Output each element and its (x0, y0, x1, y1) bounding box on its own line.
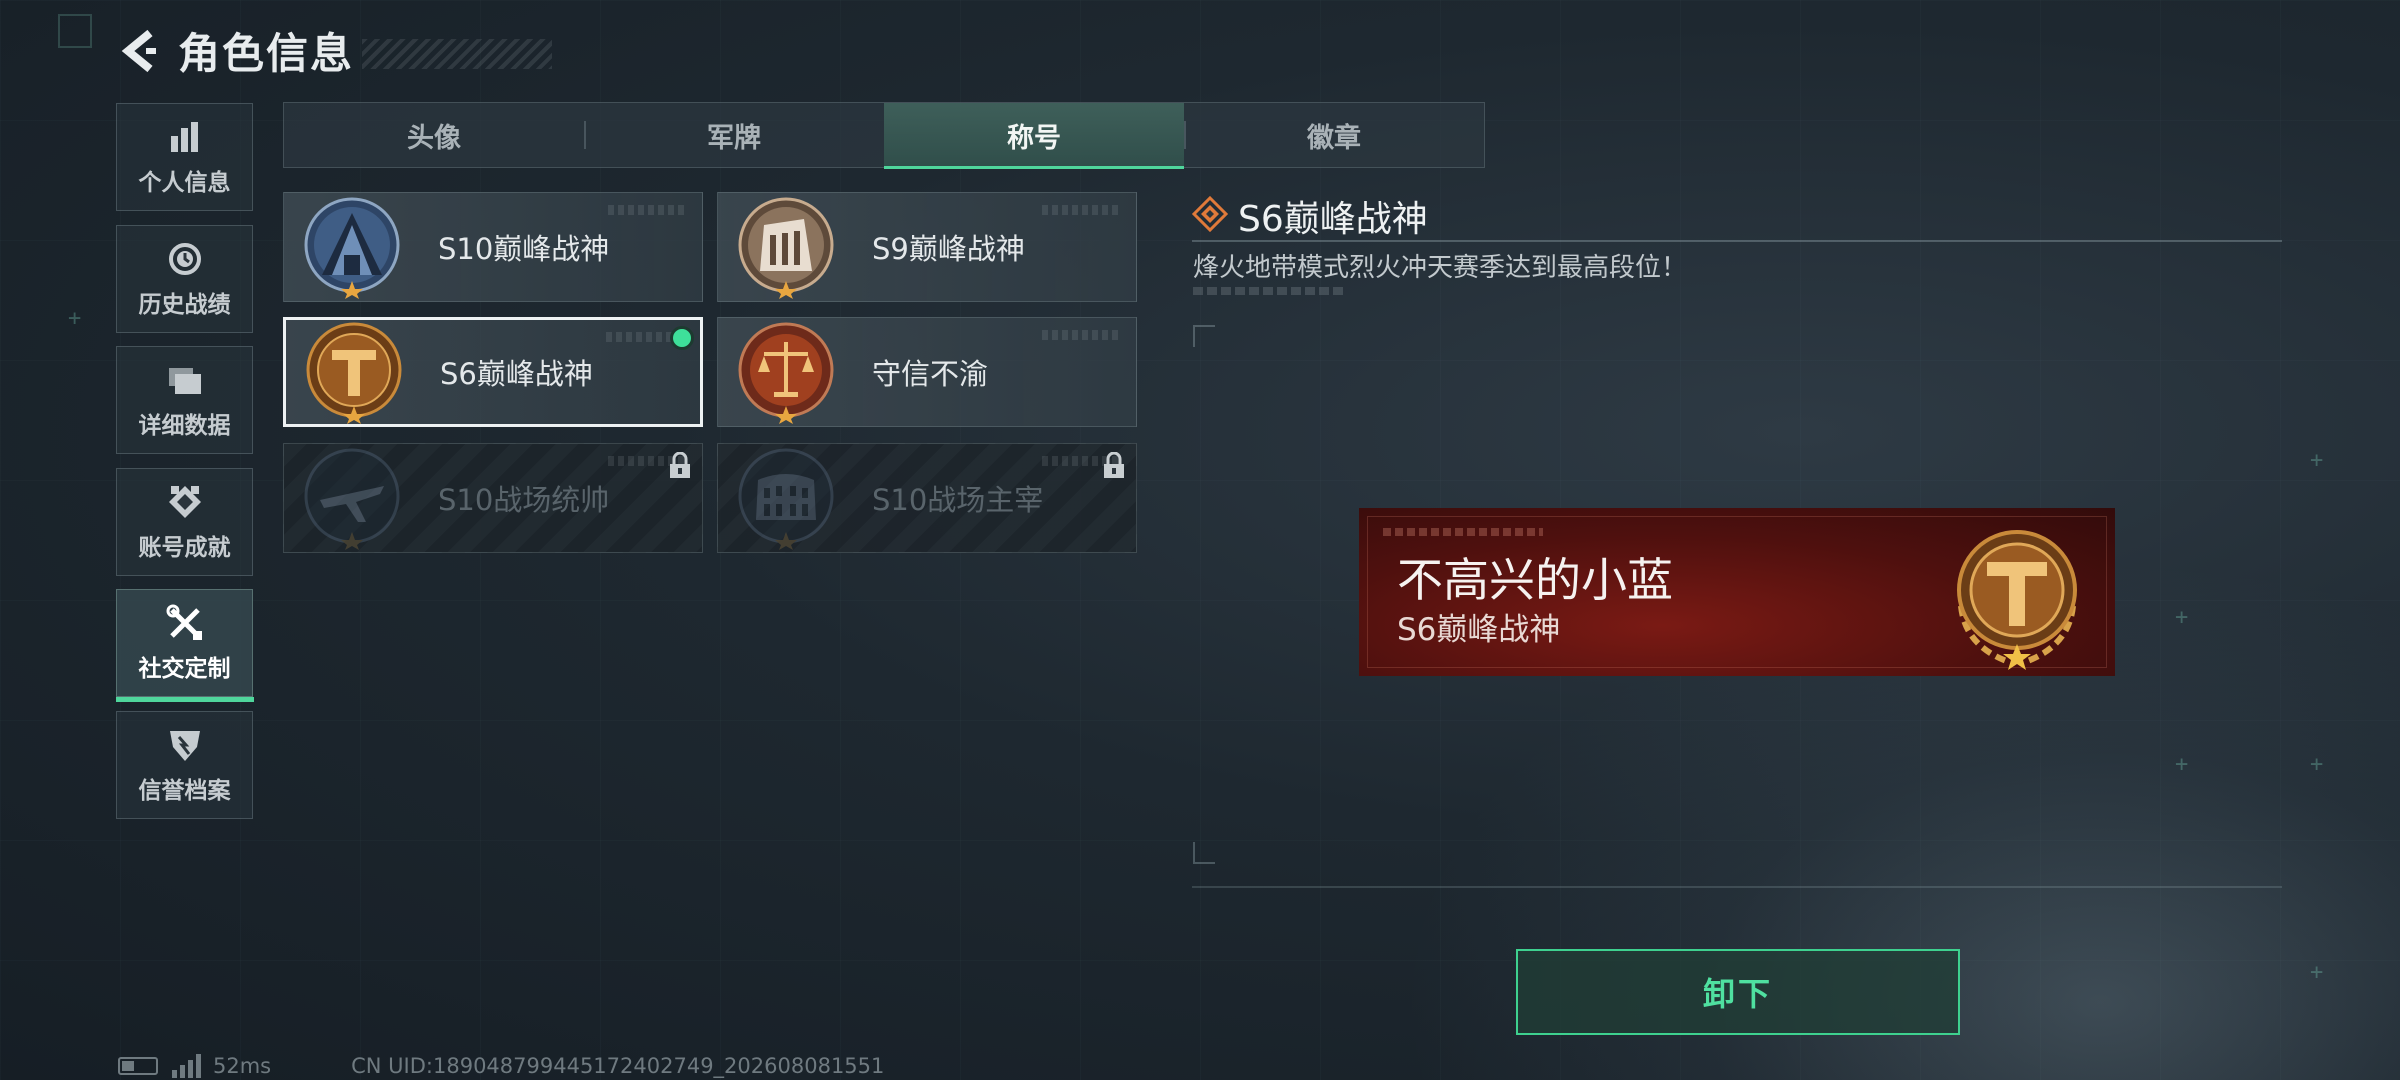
preview-player-name: 不高兴的小蓝 (1397, 553, 1673, 607)
header: 角色信息 (116, 20, 553, 81)
divider (1192, 240, 2282, 242)
user-uid: CN UID:189048799445172402749_20260808155… (351, 1054, 885, 1078)
sidebar-item-social-customize[interactable]: 社交定制 (115, 589, 254, 702)
tab-avatar[interactable]: 头像 (284, 103, 584, 167)
detail-header: S6巅峰战神 (1191, 190, 1428, 242)
title-name: S10战场主宰 (872, 483, 1044, 517)
page-title: 角色信息 (178, 29, 355, 78)
unequip-button[interactable]: 卸下 (1516, 949, 1960, 1035)
sidebar-item-label: 账号成就 (138, 534, 231, 561)
plus-decoration: + (2175, 752, 2189, 777)
plus-decoration: + (2310, 960, 2324, 985)
title-card-locked[interactable]: S10战场统帅 (283, 443, 703, 553)
title-name: S9巅峰战神 (872, 232, 1025, 266)
title-preview-banner: 不高兴的小蓝 S6巅峰战神 (1359, 508, 2115, 676)
sidebar-item-history[interactable]: 历史战绩 (116, 224, 253, 333)
preview-decoration (1383, 528, 1543, 536)
tab-title[interactable]: 称号 (884, 103, 1184, 169)
lock-icon (668, 451, 692, 478)
red-scales-emblem-icon (734, 320, 838, 424)
card-decoration (1042, 205, 1122, 215)
sidebar-item-achievements[interactable]: 账号成就 (116, 467, 253, 576)
detail-decoration (1193, 287, 1343, 295)
back-arrow-icon[interactable] (116, 24, 160, 78)
sidebar-item-label: 社交定制 (138, 656, 231, 682)
reputation-icon (165, 725, 205, 765)
sidebar-item-detailed-data[interactable]: 详细数据 (116, 346, 253, 454)
folder-icon (165, 360, 205, 400)
gold-t-emblem-icon (302, 320, 406, 424)
sidebar-item-label: 个人信息 (138, 170, 231, 196)
tab-badge[interactable]: 徽章 (1184, 103, 1484, 167)
title-card[interactable]: S9巅峰战神 (717, 192, 1137, 302)
detail-title: S6巅峰战神 (1238, 199, 1428, 240)
gold-t-emblem-icon (1939, 516, 2095, 672)
card-decoration (608, 205, 688, 215)
title-name: S6巅峰战神 (440, 357, 593, 391)
blue-tower-emblem-icon (300, 195, 404, 299)
divider (1192, 886, 2282, 888)
preview-title: S6巅峰战神 (1397, 612, 1561, 648)
history-clock-icon (165, 239, 205, 279)
title-card[interactable]: S10巅峰战神 (283, 192, 703, 302)
corner-decoration (58, 14, 92, 48)
achievement-icon (165, 482, 205, 522)
battery-icon (118, 1057, 158, 1075)
card-decoration (1042, 330, 1122, 340)
sidebar-item-label: 历史战绩 (138, 291, 231, 318)
sidebar: 个人信息 历史战绩 详细数据 账号成就 社交定制 信誉档案 (115, 103, 254, 832)
title-card-locked[interactable]: S10战场主宰 (717, 443, 1137, 553)
plus-decoration: + (2310, 752, 2324, 777)
plus-decoration: + (68, 306, 82, 331)
signal-icon (172, 1054, 201, 1078)
sidebar-item-label: 详细数据 (138, 413, 231, 439)
bar-chart-icon (165, 117, 205, 157)
plus-decoration: + (2310, 448, 2324, 473)
colosseum-emblem-icon (734, 446, 838, 550)
bronze-building-emblem-icon (734, 195, 838, 299)
status-bar: 52ms CN UID:189048799445172402749_202608… (118, 1054, 884, 1078)
ping-value: 52ms (213, 1054, 272, 1078)
frame-corner (1193, 325, 1215, 347)
tools-icon (165, 603, 205, 643)
sidebar-item-label: 信誉档案 (138, 777, 231, 804)
sidebar-item-reputation[interactable]: 信誉档案 (116, 710, 253, 819)
detail-description: 烽火地带模式烈火冲天赛季达到最高段位！ (1193, 253, 1688, 283)
plane-emblem-icon (300, 446, 404, 550)
lock-icon (1102, 451, 1126, 478)
plus-decoration: + (2175, 605, 2189, 630)
title-card-selected[interactable]: S6巅峰战神 (283, 317, 703, 427)
title-stripe-decoration (362, 38, 553, 69)
tab-dog-tag[interactable]: 军牌 (584, 103, 884, 167)
title-card[interactable]: 守信不渝 (717, 317, 1137, 427)
category-tabs: 头像 军牌 称号 徽章 (283, 102, 1485, 169)
title-name: S10巅峰战神 (438, 232, 610, 266)
equipped-indicator (670, 326, 694, 350)
diamond-title-icon (1191, 195, 1229, 236)
title-name: S10战场统帅 (438, 483, 610, 517)
sidebar-item-personal-info[interactable]: 个人信息 (116, 103, 253, 211)
title-name: 守信不渝 (872, 357, 989, 391)
frame-corner (1193, 842, 1215, 864)
